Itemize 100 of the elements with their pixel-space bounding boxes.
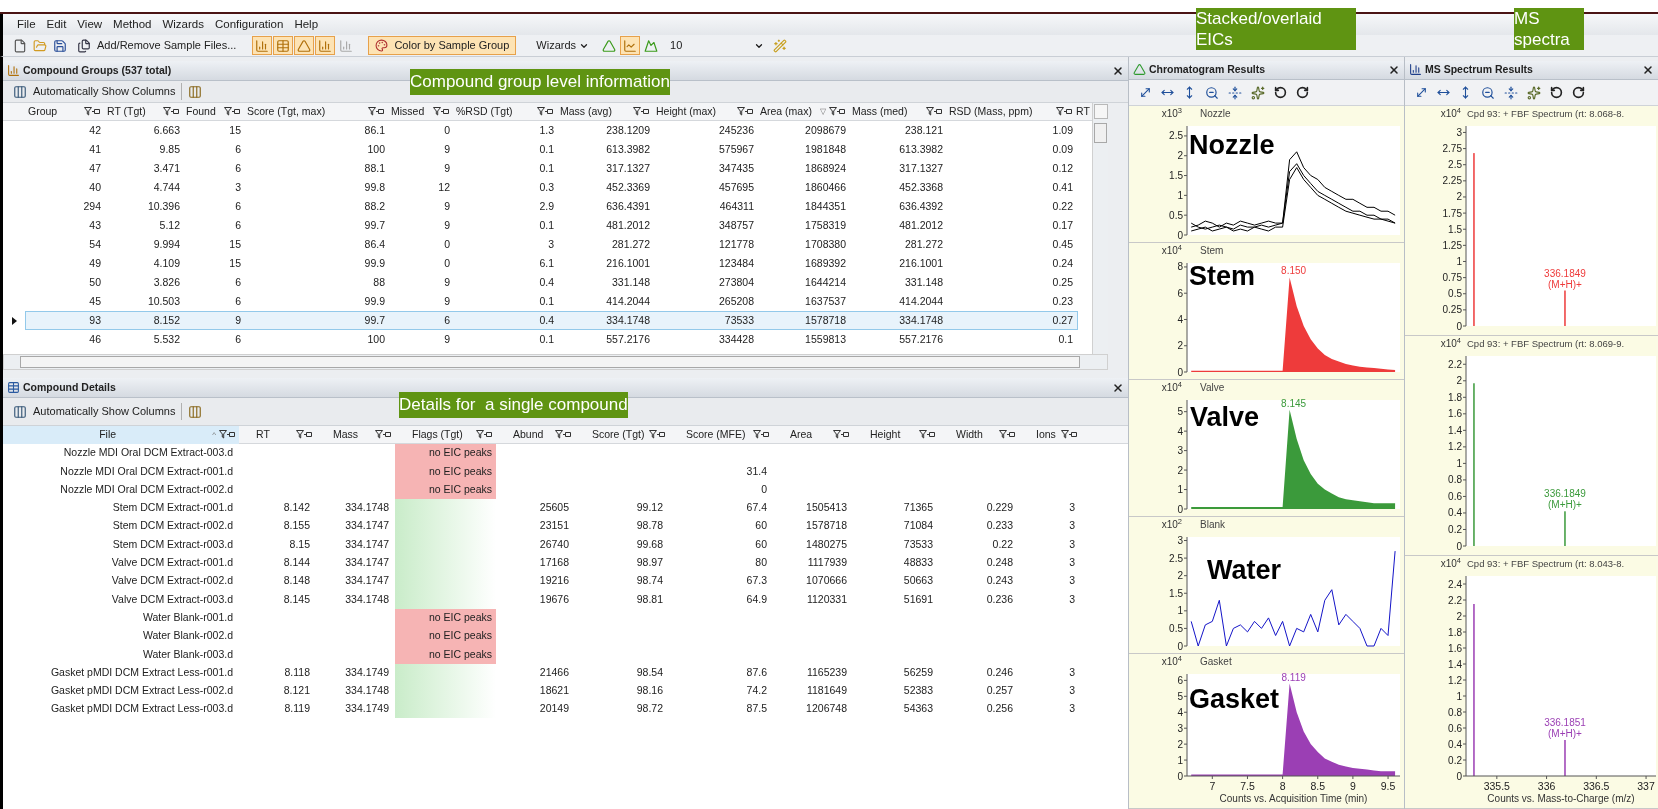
table-cell-text: 6 xyxy=(234,274,242,290)
tick-label: 0.4 xyxy=(1448,507,1462,519)
table-cell-text: 481.2012 xyxy=(605,217,651,233)
table-cell-text: 0.41 xyxy=(1051,179,1074,195)
table-cell-text: 334.1748 xyxy=(605,312,651,328)
table-cell-text: 0.17 xyxy=(1051,217,1074,233)
tick-label: 6 xyxy=(1177,674,1183,686)
table-cell-text: Stem DCM Extract-r003.d xyxy=(111,536,234,552)
tick-label: 3 xyxy=(1177,535,1183,546)
table-cell-text: 334.1747 xyxy=(344,573,390,589)
axis-multiplier: x10$^{4}$ xyxy=(1161,381,1182,394)
table-cell-text: 1480275 xyxy=(805,536,848,552)
tick-label: 1.5 xyxy=(1448,223,1462,235)
table-cell-text: Water Blank-r003.d xyxy=(141,646,234,662)
table-cell-text: 21466 xyxy=(538,664,570,680)
table-cell-text: 25605 xyxy=(538,500,570,516)
table-cell-text: 88 xyxy=(372,274,386,290)
table-cell-text: Water Blank-r002.d xyxy=(141,628,234,644)
table-cell-text: 0.25 xyxy=(1051,274,1074,290)
table-cell-text: 317.1327 xyxy=(898,160,944,176)
tick-label: 1 xyxy=(1177,754,1183,766)
tick-label: 3 xyxy=(1456,126,1462,138)
table-cell-text: 8.142 xyxy=(282,500,311,516)
tick-label: 8 xyxy=(1279,780,1286,792)
table-cell-text: 3 xyxy=(1068,664,1076,680)
tick-label: 0 xyxy=(1177,770,1183,782)
chart-title: Blank xyxy=(1200,519,1225,530)
tick-label: 1.4 xyxy=(1448,424,1462,436)
tick-label: 0.4 xyxy=(1448,738,1462,750)
table-cell-text: 414.2044 xyxy=(605,293,651,309)
table-cell-text: 87.6 xyxy=(745,664,768,680)
table-cell-text: 452.3369 xyxy=(605,179,651,195)
sample-label: Stem xyxy=(1189,261,1256,291)
table-cell-text: 3 xyxy=(1068,591,1076,607)
tick-label: 2.25 xyxy=(1442,175,1462,187)
flag-cell: no EIC peaks xyxy=(395,462,496,481)
chart-title: Nozzle xyxy=(1200,108,1231,119)
tick-label: 1.25 xyxy=(1442,239,1462,251)
table-cell-text: 46 xyxy=(88,331,102,347)
table-cell-text: 4.109 xyxy=(152,255,181,271)
tick-label: 1 xyxy=(1456,256,1462,267)
tick-label: 0.5 xyxy=(1448,288,1462,300)
table-cell-text: 67.4 xyxy=(745,500,768,516)
table-cell-text: 281.272 xyxy=(904,236,944,252)
table-cell-text: 64.9 xyxy=(745,591,768,607)
table-cell-text: 9 xyxy=(443,198,451,214)
table-cell-text: 98.78 xyxy=(635,518,664,534)
table-cell-text: 9 xyxy=(234,312,242,328)
table-cell-text: 60 xyxy=(754,536,768,552)
tick-label: 0 xyxy=(1456,320,1462,332)
table-cell-text: 1.3 xyxy=(538,122,555,138)
table-cell-text: 9 xyxy=(443,141,451,157)
tick-label: 0 xyxy=(1177,640,1183,652)
table-cell-text: 41 xyxy=(88,141,102,157)
table-cell-text: 9 xyxy=(443,274,451,290)
tick-label: 5 xyxy=(1177,690,1183,702)
panel-title: Compound Details xyxy=(23,379,116,395)
table-cell-text: 8.155 xyxy=(282,518,311,534)
table-cell-text: 334.1749 xyxy=(344,664,390,680)
table-cell-text: 334.1747 xyxy=(344,518,390,534)
table-cell-text: 19216 xyxy=(538,573,570,589)
table-cell-text: 12 xyxy=(437,179,451,195)
table-cell-text: 10.503 xyxy=(146,293,181,309)
tick-label: 2.4 xyxy=(1448,578,1462,590)
tick-label: 7 xyxy=(1209,780,1216,792)
table-cell-text: 1120331 xyxy=(805,591,848,607)
table-cell-text: 99.7 xyxy=(363,217,386,233)
tick-label: 335.5 xyxy=(1483,780,1510,792)
table-cell-text: 347435 xyxy=(717,160,755,176)
tick-label: 1 xyxy=(1456,457,1462,469)
axis-title: Counts vs. Mass-to-Charge (m/z) xyxy=(1487,793,1635,804)
table-cell-text: 3 xyxy=(1068,518,1076,534)
table-cell-text: 0.1 xyxy=(538,293,555,309)
tick-label: 0 xyxy=(1456,770,1462,782)
table-cell-text: 0.256 xyxy=(985,701,1014,717)
table-cell-text: 67.3 xyxy=(745,573,768,589)
tick-label: 0.8 xyxy=(1448,706,1462,718)
table-cell-text: 121778 xyxy=(717,236,755,252)
table-cell-text: 31.4 xyxy=(745,463,768,479)
table-cell-text: 20149 xyxy=(538,701,570,717)
tick-label: 6 xyxy=(1177,287,1183,299)
table-cell-text: 6 xyxy=(234,331,242,347)
table-cell-text: 8.119 xyxy=(283,701,311,717)
table-cell-text: 54363 xyxy=(902,701,934,717)
table-cell-text: 0.243 xyxy=(985,573,1014,589)
table-cell-text: 0.229 xyxy=(985,500,1014,516)
table-cell-text: 3 xyxy=(234,179,242,195)
table-cell-text: 99.9 xyxy=(363,293,386,309)
table-cell-text: Valve DCM Extract-r003.d xyxy=(110,591,234,607)
table-cell-text: 98.54 xyxy=(635,664,664,680)
table-cell-text: 1117939 xyxy=(806,555,848,571)
table-cell-text: 93 xyxy=(88,312,102,328)
tick-label: 8.5 xyxy=(1310,780,1326,792)
table-cell-text: 0.22 xyxy=(1051,198,1074,214)
table-cell-text: 1860466 xyxy=(804,179,847,195)
table-cell-text: 0 xyxy=(443,255,451,271)
table-cell-text: 98.97 xyxy=(635,555,664,571)
table-cell-text: 1758319 xyxy=(804,217,847,233)
table-cell-text: 1689392 xyxy=(804,255,847,271)
table-cell-text: 88.1 xyxy=(363,160,386,176)
